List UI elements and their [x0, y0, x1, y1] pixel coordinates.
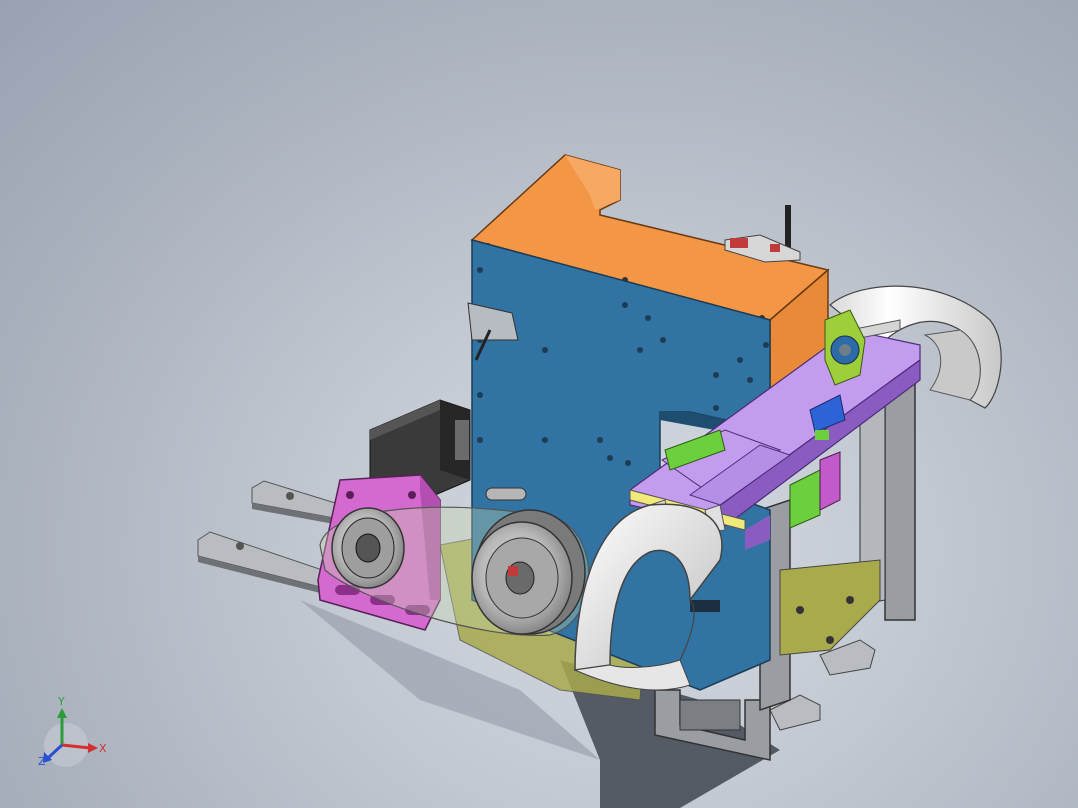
cad-model[interactable]: Y X Z: [0, 0, 1078, 808]
x-axis-label: X: [99, 742, 107, 755]
graphics-viewport[interactable]: Y X Z: [0, 0, 1078, 808]
top-sensor-assembly: [724, 205, 801, 263]
z-axis-label: Z: [38, 755, 46, 768]
reference-triad[interactable]: Y X Z: [38, 695, 107, 768]
small-timing-pulley[interactable]: [331, 507, 405, 589]
y-axis-label: Y: [57, 695, 65, 708]
